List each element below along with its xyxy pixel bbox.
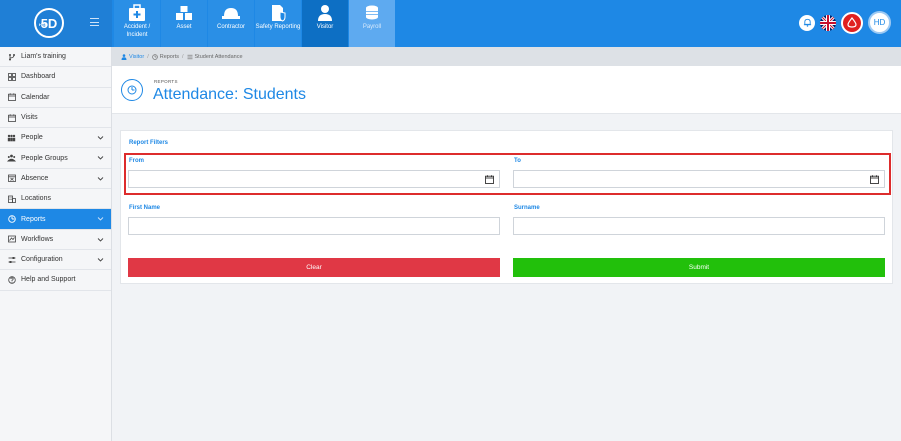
chevron-down-icon (97, 237, 104, 242)
coins-icon (366, 5, 378, 20)
reports-icon (151, 53, 158, 60)
first-name-label: First Name (129, 205, 161, 211)
sidebar-item-people-groups[interactable]: People Groups (0, 148, 111, 169)
hard-hat-icon (222, 8, 240, 19)
calendar-icon[interactable] (485, 175, 494, 184)
surname-input[interactable] (513, 217, 885, 235)
sidebar-item-label: Reports (21, 215, 46, 223)
workflow-icon (7, 235, 16, 244)
module-asset[interactable]: Asset (161, 0, 207, 47)
module-payroll[interactable]: Payroll (349, 0, 395, 47)
from-date-input[interactable] (128, 170, 500, 188)
chevron-down-icon (97, 258, 104, 262)
breadcrumb-separator: / (147, 53, 149, 60)
sidebar-item-label: Visits (21, 114, 38, 122)
sos-drop-icon[interactable] (841, 11, 863, 34)
module-contractor[interactable]: Contractor (208, 0, 254, 47)
sidebar-item-label: Dashboard (21, 73, 56, 81)
sidebar-item-label: Help and Support (21, 276, 76, 284)
reports-icon (121, 79, 143, 101)
sidebar: Liam's training Dashboard Calendar Visit… (0, 47, 112, 441)
reports-icon (7, 215, 16, 224)
sidebar-item-label: Configuration (21, 256, 63, 264)
first-aid-kit-icon (129, 4, 145, 21)
module-label: Safety Reporting (255, 24, 301, 30)
sidebar-item-label: Locations (21, 195, 51, 203)
app-logo[interactable]: HSE 5D (34, 8, 64, 38)
top-right-actions: HD (799, 11, 891, 34)
submit-button[interactable]: Submit (513, 258, 885, 277)
breadcrumb-student-attendance: Student Attendance (194, 53, 243, 60)
breadcrumb-reports[interactable]: Reports (160, 54, 179, 60)
people-groups-icon (7, 154, 16, 163)
notifications-bell-icon[interactable] (799, 14, 815, 31)
sidebar-item-calendar[interactable]: Calendar (0, 88, 111, 108)
chevron-down-icon (97, 136, 104, 140)
page-kicker: REPORTS (154, 79, 178, 84)
module-label: Contractor (216, 24, 245, 30)
module-label: Payroll (362, 24, 382, 30)
module-nav: Accident / Incident Asset Contractor Saf… (114, 0, 396, 47)
module-label: Asset (176, 24, 192, 30)
chevron-down-icon (97, 217, 104, 222)
brand-area: HSE 5D (0, 0, 112, 47)
branch-icon (7, 52, 16, 61)
sidebar-item-label: Liam's training (21, 53, 66, 61)
people-icon (7, 133, 16, 142)
hamburger-menu-icon[interactable] (90, 18, 99, 26)
question-icon (7, 275, 16, 284)
logo-small-text: HSE (39, 22, 48, 27)
breadcrumb-separator: / (181, 53, 184, 60)
person-icon (121, 53, 127, 60)
sidebar-item-locations[interactable]: Locations (0, 189, 111, 210)
sidebar-item-label: Calendar (21, 93, 50, 101)
sidebar-item-label: Workflows (21, 235, 54, 243)
module-visitor[interactable]: Visitor (302, 0, 348, 47)
sidebar-item-dashboard[interactable]: Dashboard (0, 67, 111, 88)
breadcrumb: Visitor / Reports / Student Attendance (112, 47, 901, 66)
person-icon (318, 5, 332, 21)
sidebar-item-reports[interactable]: Reports (0, 209, 111, 230)
chevron-down-icon (97, 176, 104, 181)
sidebar-item-help-and-support[interactable]: Help and Support (0, 270, 111, 291)
first-name-input[interactable] (128, 217, 500, 235)
module-safety-reporting[interactable]: Safety Reporting (255, 0, 301, 47)
document-shield-icon (272, 5, 286, 22)
from-label: From (129, 158, 144, 164)
absence-icon (7, 174, 16, 183)
calendar-icon (7, 93, 16, 102)
building-icon (7, 194, 16, 203)
sidebar-item-label: People (21, 134, 43, 142)
module-label: Visitor (316, 24, 334, 30)
boxes-icon (176, 6, 192, 20)
module-accident-incident[interactable]: Accident / Incident (114, 0, 160, 47)
breadcrumb-visitor[interactable]: Visitor (129, 54, 144, 60)
surname-label: Surname (514, 205, 540, 211)
to-date-input[interactable] (513, 170, 885, 188)
user-avatar[interactable]: HD (868, 11, 891, 34)
sidebar-item-label: People Groups (21, 154, 68, 162)
sidebar-item-visits[interactable]: Visits (0, 108, 111, 129)
uk-flag-language-icon[interactable] (820, 14, 836, 31)
sliders-icon (7, 255, 16, 264)
sidebar-item-liams-training[interactable]: Liam's training (0, 47, 111, 68)
module-label: Accident / Incident (123, 24, 151, 38)
top-bar: HSE 5D Accident / Incident Asset Contrac… (0, 0, 901, 47)
dashboard-icon (7, 72, 16, 81)
page-header: REPORTS Attendance: Students (112, 66, 901, 114)
clear-button[interactable]: Clear (128, 258, 500, 277)
report-filters-title: Report Filters (129, 140, 169, 146)
calendar-icon (7, 113, 16, 122)
list-icon (187, 54, 193, 59)
sidebar-item-absence[interactable]: Absence (0, 169, 111, 190)
sidebar-item-label: Absence (21, 174, 49, 182)
sidebar-item-people[interactable]: People (0, 128, 111, 149)
to-label: To (514, 158, 521, 164)
chevron-down-icon (97, 156, 104, 161)
page-title: Attendance: Students (153, 86, 306, 103)
sidebar-item-workflows[interactable]: Workflows (0, 230, 111, 250)
sidebar-item-configuration[interactable]: Configuration (0, 250, 111, 271)
calendar-icon[interactable] (870, 175, 879, 184)
report-filters-card: Report Filters From To First Name Surnam… (120, 130, 893, 284)
